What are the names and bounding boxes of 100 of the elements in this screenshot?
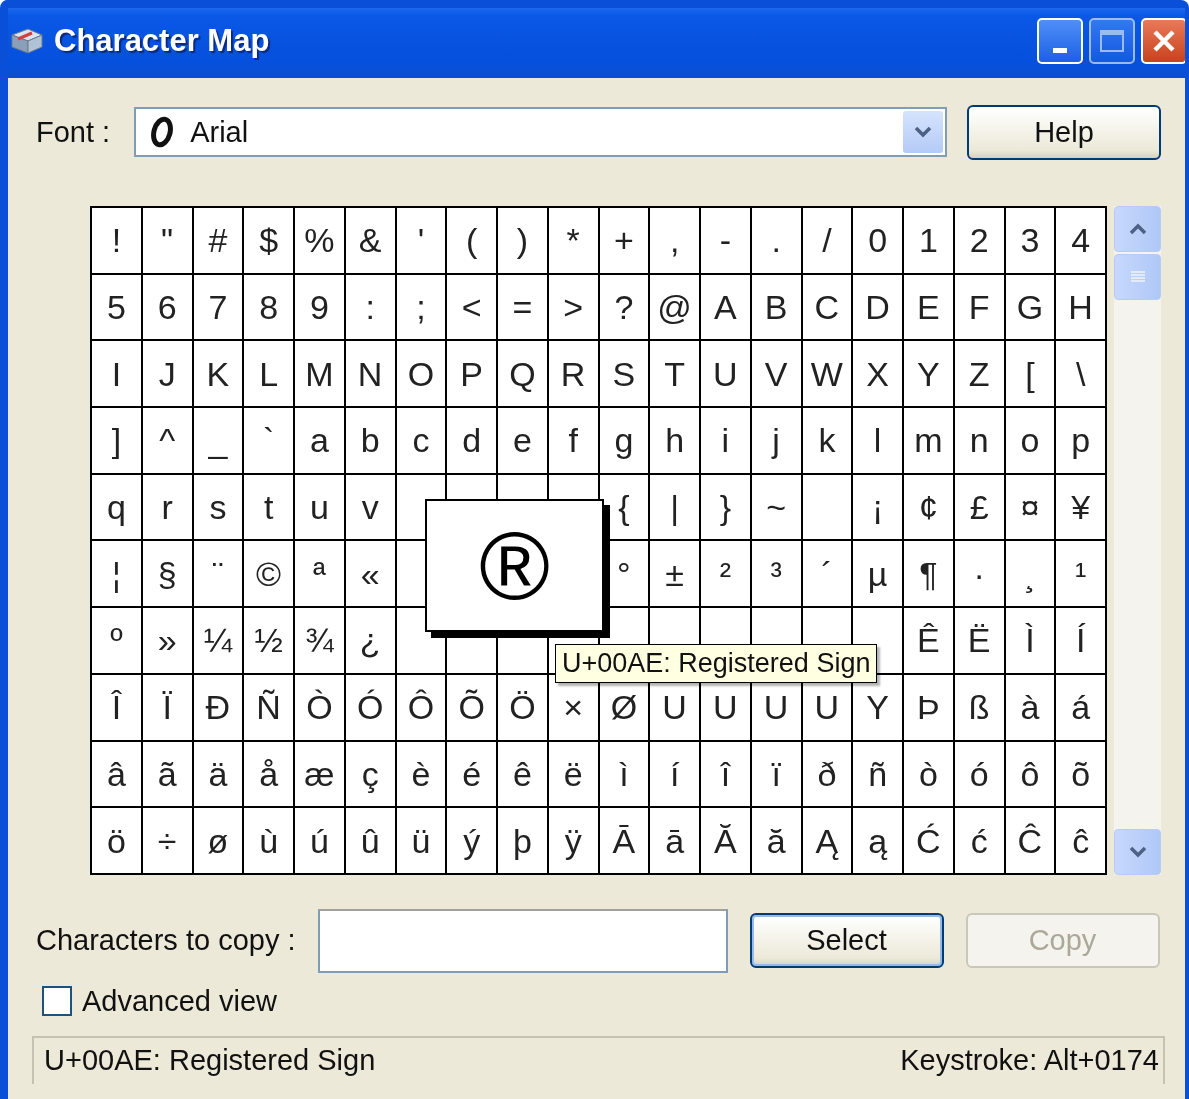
character-cell[interactable]: m: [904, 408, 955, 475]
character-cell[interactable]: l: [853, 408, 904, 475]
character-cell[interactable]: ~: [751, 474, 803, 542]
character-cell[interactable]: å: [244, 741, 295, 809]
character-cell[interactable]: c: [396, 408, 448, 475]
character-cell[interactable]: ĉ: [1056, 808, 1107, 875]
character-cell[interactable]: µ: [853, 541, 904, 609]
character-cell[interactable]: ý: [447, 808, 498, 875]
character-cell[interactable]: 1: [904, 208, 955, 275]
minimize-button[interactable]: [1037, 18, 1083, 64]
character-cell[interactable]: ¤: [1005, 474, 1057, 542]
character-cell[interactable]: þ: [498, 808, 549, 875]
character-cell[interactable]: ó: [954, 741, 1006, 809]
character-cell[interactable]: [: [1005, 341, 1057, 409]
character-cell[interactable]: á: [1056, 674, 1107, 742]
character-cell[interactable]: ^: [142, 408, 194, 475]
character-cell[interactable]: <: [447, 274, 498, 342]
character-cell[interactable]: k: [802, 408, 854, 475]
character-cell[interactable]: ß: [954, 674, 1006, 742]
character-cell[interactable]: %: [295, 208, 346, 275]
character-cell[interactable]: ½: [244, 608, 295, 675]
character-cell[interactable]: /: [802, 208, 854, 275]
character-cell[interactable]: ā: [650, 808, 701, 875]
character-cell[interactable]: ø: [193, 808, 245, 875]
character-cell[interactable]: ¸: [1005, 541, 1057, 609]
character-cell[interactable]: ©: [244, 541, 295, 609]
character-cell[interactable]: A: [701, 274, 752, 342]
character-cell[interactable]: Ò: [295, 674, 346, 742]
character-cell[interactable]: p: [1056, 408, 1107, 475]
character-cell[interactable]: Y: [904, 341, 955, 409]
character-cell[interactable]: ò: [904, 741, 955, 809]
maximize-button[interactable]: [1089, 18, 1135, 64]
close-button[interactable]: [1141, 18, 1185, 64]
character-cell[interactable]: V: [751, 341, 803, 409]
character-cell[interactable]: ª: [295, 541, 346, 609]
character-cell[interactable]: Ð: [193, 674, 245, 742]
empty-cell[interactable]: [802, 474, 854, 542]
character-cell[interactable]: »: [142, 608, 194, 675]
character-cell[interactable]: v: [345, 474, 397, 542]
character-cell[interactable]: à: [1005, 674, 1057, 742]
character-cell[interactable]: ]: [92, 408, 143, 475]
character-cell[interactable]: ,: [650, 208, 701, 275]
character-cell[interactable]: ð: [802, 741, 854, 809]
help-button[interactable]: Help: [967, 104, 1161, 160]
character-cell[interactable]: ¾: [295, 608, 346, 675]
character-cell[interactable]: Þ: [904, 674, 955, 742]
character-cell[interactable]: f: [548, 408, 600, 475]
character-cell[interactable]: ñ: [853, 741, 904, 809]
character-cell[interactable]: >: [548, 274, 600, 342]
scroll-thumb[interactable]: [1114, 254, 1161, 300]
character-cell[interactable]: @: [650, 274, 701, 342]
scrollbar[interactable]: [1114, 206, 1161, 875]
character-cell[interactable]: E: [904, 274, 955, 342]
character-cell[interactable]: ô: [1005, 741, 1057, 809]
character-cell[interactable]: G: [1005, 274, 1057, 342]
character-cell[interactable]: e: [498, 408, 549, 475]
character-cell[interactable]: *: [548, 208, 600, 275]
characters-to-copy-field[interactable]: [317, 908, 728, 973]
character-cell[interactable]: $: [244, 208, 295, 275]
character-cell[interactable]: ë: [548, 741, 600, 809]
character-cell[interactable]: r: [142, 474, 194, 542]
character-cell[interactable]: #: [193, 208, 245, 275]
character-cell[interactable]: D: [853, 274, 904, 342]
character-cell[interactable]: s: [193, 474, 245, 542]
character-cell[interactable]: â: [92, 741, 143, 809]
character-cell[interactable]: B: [751, 274, 803, 342]
character-cell[interactable]: õ: [1056, 741, 1107, 809]
character-cell[interactable]: N: [345, 341, 397, 409]
character-cell[interactable]: J: [142, 341, 194, 409]
character-cell[interactable]: £: [954, 474, 1006, 542]
character-cell[interactable]: ¢: [904, 474, 955, 542]
character-cell[interactable]: _: [193, 408, 245, 475]
character-cell[interactable]: ?: [599, 274, 651, 342]
character-cell[interactable]: Ĉ: [1005, 808, 1057, 875]
checkbox[interactable]: [42, 986, 72, 1017]
character-cell[interactable]: Q: [498, 341, 549, 409]
character-cell[interactable]: u: [295, 474, 346, 542]
character-cell[interactable]: ä: [193, 741, 245, 809]
dropdown-button[interactable]: [903, 111, 943, 153]
character-cell[interactable]: ¥: [1056, 474, 1107, 542]
character-cell[interactable]: Ô: [396, 674, 448, 742]
character-cell[interactable]: Ë: [954, 608, 1006, 675]
character-cell[interactable]: ï: [751, 741, 803, 809]
character-cell[interactable]: =: [498, 274, 549, 342]
character-cell[interactable]: ü: [396, 808, 448, 875]
character-cell[interactable]: h: [650, 408, 701, 475]
character-cell[interactable]: ì: [599, 741, 651, 809]
character-cell[interactable]: Ć: [904, 808, 955, 875]
character-cell[interactable]: Ê: [904, 608, 955, 675]
character-cell[interactable]: Õ: [447, 674, 498, 742]
character-cell[interactable]: a: [295, 408, 346, 475]
character-cell[interactable]: 3: [1005, 208, 1057, 275]
character-cell[interactable]: «: [345, 541, 397, 609]
action-button[interactable]: Select: [749, 913, 944, 969]
character-cell[interactable]: b: [345, 408, 397, 475]
character-cell[interactable]: ã: [142, 741, 194, 809]
character-cell[interactable]: Í: [1056, 608, 1107, 675]
character-cell[interactable]: ą: [853, 808, 904, 875]
character-cell[interactable]: ²: [701, 541, 752, 609]
character-cell[interactable]: Z: [954, 341, 1006, 409]
